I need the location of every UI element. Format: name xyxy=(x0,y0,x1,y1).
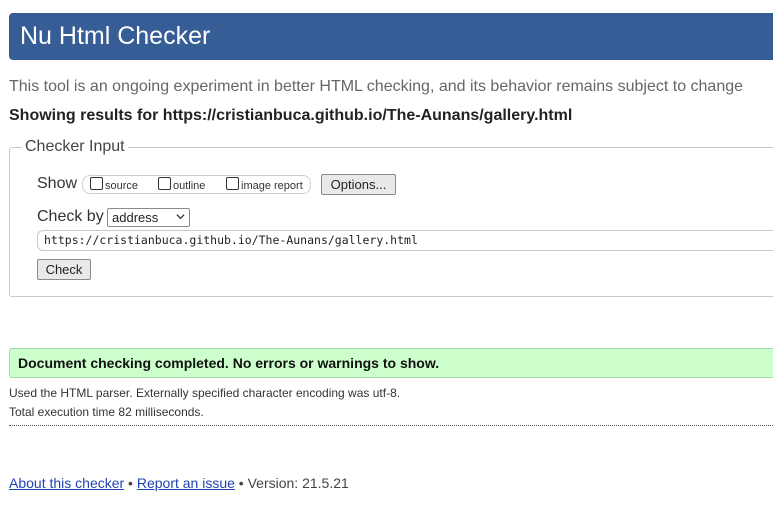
image-report-checkbox[interactable] xyxy=(226,177,239,190)
image-report-option[interactable]: image report xyxy=(226,177,303,194)
source-option[interactable]: source xyxy=(90,177,138,194)
check-button[interactable]: Check xyxy=(37,259,91,280)
footer-separator: • xyxy=(234,475,248,491)
divider xyxy=(9,425,773,426)
execution-time: Total execution time 82 milliseconds. xyxy=(9,405,204,419)
checker-input-legend: Checker Input xyxy=(22,138,128,156)
check-by-select[interactable]: address xyxy=(107,208,190,227)
check-by-label: Check by xyxy=(37,208,104,225)
tagline: This tool is an ongoing experiment in be… xyxy=(9,78,744,95)
image-report-option-label: image report xyxy=(241,180,303,192)
page-title: Nu Html Checker xyxy=(20,22,211,50)
success-message-box: Document checking completed. No errors o… xyxy=(9,348,773,378)
show-label: Show xyxy=(37,175,78,192)
source-checkbox[interactable] xyxy=(90,177,103,190)
options-button[interactable]: Options... xyxy=(321,174,396,195)
about-link[interactable]: About this checker xyxy=(9,475,124,491)
result-details: Used the HTML parser. Externally specifi… xyxy=(9,384,400,422)
url-input[interactable]: https://cristianbuca.github.io/The-Aunan… xyxy=(37,230,773,251)
show-options-group: source outline image report xyxy=(82,175,311,194)
outline-option-label: outline xyxy=(173,180,206,192)
report-issue-link[interactable]: Report an issue xyxy=(137,475,235,491)
source-option-label: source xyxy=(105,180,139,192)
outline-checkbox[interactable] xyxy=(158,177,171,190)
chevron-down-icon xyxy=(176,214,185,220)
parser-info: Used the HTML parser. Externally specifi… xyxy=(9,386,401,400)
footer: About this checker • Report an issue • V… xyxy=(9,475,349,491)
version-text: Version: 21.5.21 xyxy=(247,475,349,491)
success-message: Document checking completed. No errors o… xyxy=(18,355,440,371)
showing-results-heading: Showing results for https://cristianbuca… xyxy=(9,107,573,124)
footer-separator: • xyxy=(124,475,137,491)
check-by-selected-value: address xyxy=(112,210,159,225)
outline-option[interactable]: outline xyxy=(158,177,205,194)
header-bar: Nu Html Checker xyxy=(9,13,773,60)
